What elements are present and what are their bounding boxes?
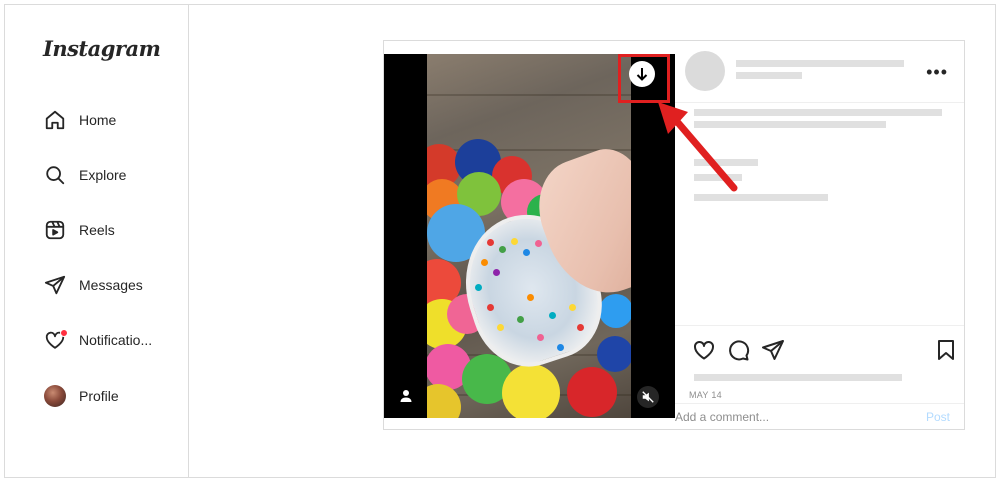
avatar-wrap (43, 384, 67, 408)
notification-badge (60, 329, 68, 337)
post-date: MAY 14 (689, 390, 722, 400)
send-icon (43, 273, 67, 297)
author-avatar-placeholder[interactable] (685, 51, 725, 91)
author-name-placeholder (736, 60, 904, 67)
like-heart-icon[interactable] (692, 338, 716, 362)
home-icon (43, 108, 67, 132)
avatar (44, 385, 66, 407)
likes-placeholder (694, 374, 902, 381)
post-video[interactable] (384, 54, 675, 418)
instagram-logo[interactable]: Instagram (43, 36, 161, 61)
share-send-icon[interactable] (761, 338, 785, 362)
sidebar-item-messages[interactable]: Messages (43, 271, 143, 299)
video-frame (427, 54, 631, 418)
mute-button[interactable] (637, 386, 659, 408)
more-options-icon[interactable]: ••• (926, 62, 948, 83)
divider (675, 325, 964, 326)
heart-icon (43, 328, 68, 352)
mute-icon (642, 391, 654, 403)
comment-bar: Post (675, 403, 964, 429)
sidebar-item-profile[interactable]: Profile (43, 382, 119, 410)
comment-icon[interactable] (726, 338, 750, 362)
sidebar-item-label: Messages (79, 277, 143, 293)
sidebar-item-reels[interactable]: Reels (43, 216, 115, 244)
annotation-arrow-icon (658, 102, 738, 192)
post-card: ••• MAY 14 Post (383, 40, 965, 430)
sidebar-item-home[interactable]: Home (43, 106, 116, 134)
author-sub-placeholder (736, 72, 802, 79)
user-tag-icon[interactable] (398, 388, 414, 404)
sidebar: Instagram Home Explore Reels Messages No… (5, 5, 189, 477)
reels-icon (43, 218, 67, 242)
sidebar-item-label: Profile (79, 388, 119, 404)
sidebar-item-label: Notificatio... (79, 332, 153, 348)
comment-input[interactable] (675, 410, 915, 424)
sidebar-item-label: Explore (79, 167, 127, 183)
sidebar-item-label: Home (79, 112, 117, 128)
app-window: Instagram Home Explore Reels Messages No… (4, 4, 996, 478)
bookmark-icon[interactable] (934, 338, 958, 362)
sidebar-item-label: Reels (79, 222, 115, 238)
search-icon (43, 163, 67, 187)
post-header: ••• (675, 41, 964, 103)
post-comment-button[interactable]: Post (926, 410, 950, 424)
sidebar-item-explore[interactable]: Explore (43, 161, 126, 189)
sidebar-item-notifications[interactable]: Notificatio... (43, 326, 152, 354)
